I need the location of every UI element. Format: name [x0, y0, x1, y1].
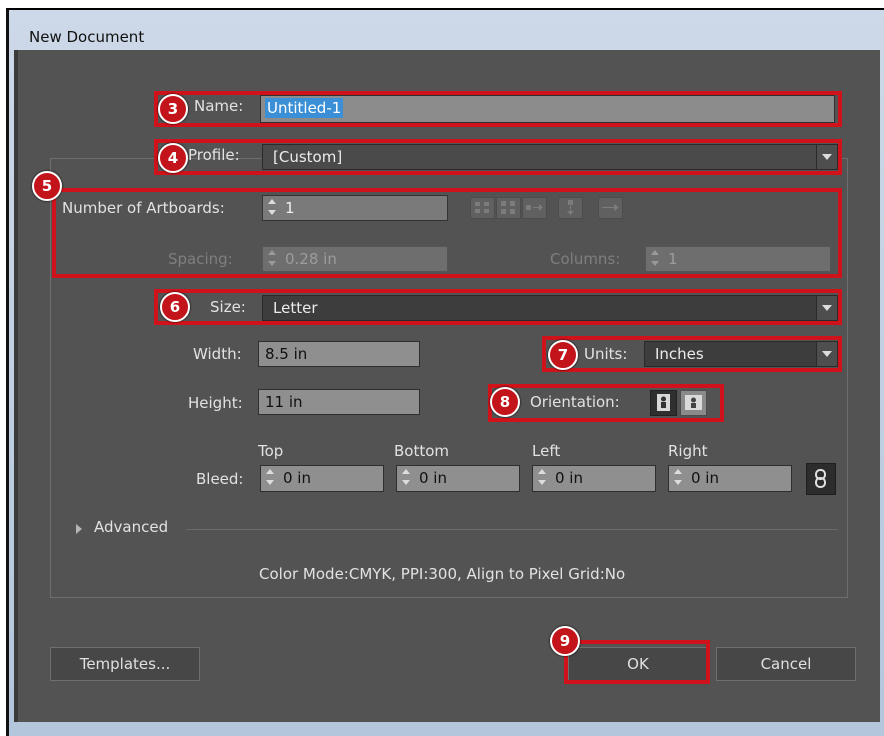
bleed-left-field[interactable]: 0 in: [532, 465, 656, 492]
height-label: Height:: [188, 394, 243, 412]
width-value: 8.5 in: [265, 345, 308, 363]
bleed-right-label: Right: [668, 442, 708, 460]
width-field[interactable]: 8.5 in: [258, 341, 420, 367]
highlight-units: [542, 336, 842, 372]
callout-badge: 3: [158, 94, 188, 124]
stepper-icon[interactable]: [399, 468, 413, 486]
link-icon[interactable]: [806, 463, 836, 495]
highlight-name: [154, 91, 842, 127]
disclosure-triangle-icon[interactable]: [76, 524, 82, 534]
window-title: New Document: [29, 28, 145, 46]
callout-badge: 7: [548, 340, 578, 370]
callout-badge: 9: [550, 626, 580, 656]
bleed-bottom-label: Bottom: [394, 442, 450, 460]
screenshot-frame: New Document Name: Untitled-1 Profile: […: [0, 0, 884, 736]
callout-badge: 4: [158, 143, 188, 173]
highlight-artboards: [52, 188, 842, 278]
width-label: Width:: [193, 345, 242, 363]
height-field[interactable]: 11 in: [258, 389, 420, 415]
callout-badge: 8: [490, 387, 520, 417]
callout-badge: 5: [32, 171, 62, 201]
bleed-top-label: Top: [258, 442, 284, 460]
highlight-ok: [564, 640, 710, 684]
cancel-button[interactable]: Cancel: [716, 647, 856, 681]
bleed-top-value: 0 in: [283, 469, 311, 487]
highlight-profile: [154, 139, 842, 175]
bleed-right-value: 0 in: [691, 469, 719, 487]
advanced-label[interactable]: Advanced: [94, 518, 168, 536]
stepper-icon[interactable]: [671, 468, 685, 486]
stepper-icon[interactable]: [535, 468, 549, 486]
bleed-bottom-field[interactable]: 0 in: [396, 465, 520, 492]
highlight-size: [154, 289, 842, 325]
dialog-body: Name: Untitled-1 Profile: [Custom] Numbe…: [18, 50, 880, 722]
callout-badge: 6: [160, 292, 190, 322]
bleed-left-label: Left: [532, 442, 561, 460]
bleed-top-field[interactable]: 0 in: [260, 465, 384, 492]
bleed-left-value: 0 in: [555, 469, 583, 487]
advanced-divider: [186, 529, 838, 530]
bleed-label: Bleed:: [196, 470, 244, 488]
stepper-icon[interactable]: [263, 468, 277, 486]
bleed-right-field[interactable]: 0 in: [668, 465, 792, 492]
settings-summary: Color Mode:CMYK, PPI:300, Align to Pixel…: [259, 565, 626, 583]
height-value: 11 in: [265, 393, 303, 411]
bleed-bottom-value: 0 in: [419, 469, 447, 487]
highlight-orientation: [488, 384, 724, 422]
templates-button[interactable]: Templates...: [50, 647, 200, 681]
